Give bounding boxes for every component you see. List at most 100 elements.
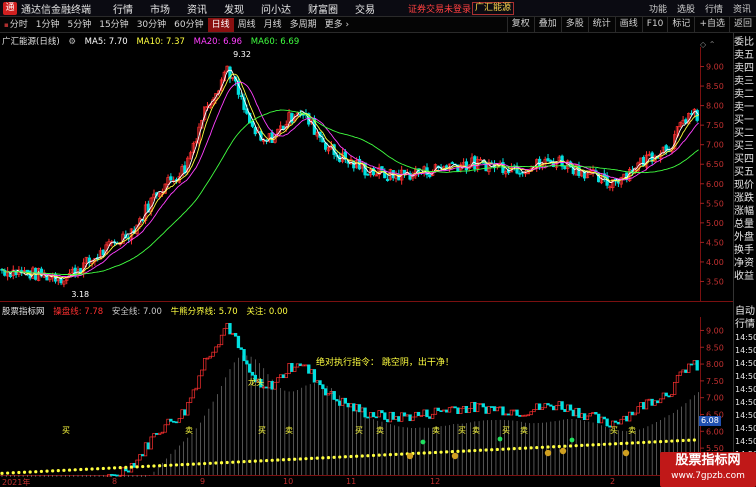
bull-bear-dot (445, 450, 449, 454)
order-book-label: 卖一 (734, 102, 754, 113)
sell-signal: 卖 (376, 426, 384, 435)
price-tick-label: 7.50 (706, 121, 724, 130)
menu-trade[interactable]: 交易 (355, 1, 375, 16)
indicator-chart[interactable]: 9.008.508.007.507.006.506.005.505.00绝对执行… (0, 303, 733, 477)
green-dot-icon (497, 436, 503, 442)
sell-signal: 卖 (185, 426, 193, 435)
command-text: 绝对执行指令： 跳空阴，出干净！ (316, 356, 454, 368)
mark-button[interactable]: 标记 (667, 17, 694, 33)
menu-discover[interactable]: 发现 (224, 1, 244, 16)
add-watchlist-button[interactable]: +自选 (694, 17, 729, 33)
buy-signal: 买 (258, 426, 266, 435)
indicator-candle (377, 410, 381, 418)
statistics-button[interactable]: 统计 (587, 17, 615, 33)
bull-bear-dot (371, 453, 376, 458)
indicator-candle (650, 398, 654, 406)
indicator-candle (481, 403, 485, 408)
bull-bear-dot (17, 470, 21, 475)
indicator-candle (594, 412, 598, 415)
indicator-candle (411, 416, 415, 422)
sell-signal: 卖 (432, 426, 440, 435)
indicator-candle (180, 409, 184, 419)
stock-picker-button[interactable]: 选股 (677, 2, 695, 15)
period-60min[interactable]: 60分钟 (170, 18, 207, 32)
indicator-candle (661, 392, 666, 400)
bull-bear-dot (112, 466, 117, 470)
indicator-candle (115, 474, 120, 477)
chart-area[interactable]: 广汇能源(日线) ⚙ MA5: 7.70 MA10: 7.37 MA20: 6.… (0, 33, 733, 487)
menu-news[interactable]: 资讯 (187, 1, 207, 16)
back-button[interactable]: 返回 (728, 17, 756, 33)
money-bag-icon (622, 449, 630, 457)
indicator-candle (397, 416, 401, 422)
period-1min[interactable]: 1分钟 (32, 18, 64, 32)
order-book-label: 涨幅 (734, 206, 754, 217)
low-price-label: 3.18 (71, 290, 89, 299)
title-right-buttons: 功能 选股 行情 资讯 (644, 0, 756, 17)
menu-quotes[interactable]: 行情 (113, 1, 133, 16)
bull-bear-dot (687, 438, 691, 442)
indicator-candle (478, 403, 483, 406)
tick-header-auto[interactable]: 自动 (735, 305, 756, 318)
indicator-candle (352, 403, 356, 412)
indicator-candle (675, 374, 680, 383)
indicator-candle (588, 413, 592, 417)
indicator-candle (380, 410, 384, 414)
period-5min[interactable]: 5分钟 (64, 18, 96, 32)
indicator-candle (366, 416, 370, 419)
tool-buttons: 复权 叠加 多股 统计 画线 F10 标记 +自选 返回 (506, 17, 756, 33)
candlestick-chart[interactable]: 9.00 8.50 8.00 7.50 7.00 6.50 6.00 5.50 5.00 4.50… (0, 33, 733, 303)
period-15min[interactable]: 15分钟 (95, 18, 132, 32)
indicator-candle (580, 413, 584, 418)
menu-wealth[interactable]: 财富圈 (308, 1, 338, 16)
current-stock-pill[interactable]: 广汇能源 (472, 2, 515, 15)
indicator-candle (653, 400, 657, 406)
indicator-candle (445, 409, 449, 413)
candle-body (464, 161, 469, 171)
diamond-icon[interactable]: ◇ (700, 40, 706, 49)
indicator-candle (689, 363, 694, 366)
indicator-candle (245, 360, 249, 365)
multi-stock-button[interactable]: 多股 (560, 17, 588, 33)
tick-time: 14:50 (735, 385, 756, 394)
order-book-labels: 委比 卖五 卖四 卖三 卖二 卖一 买一 买二 买三 买四 买五 现价 涨跌 涨幅 总量 外盘 换手 净资 收益 (734, 33, 756, 283)
bull-bear-dot (287, 457, 291, 462)
function-button[interactable]: 功能 (649, 2, 667, 15)
bull-bear-dot (315, 456, 319, 460)
green-dot-icon (420, 439, 426, 445)
indicator-candle (476, 403, 480, 413)
bull-bear-dot (523, 446, 528, 450)
candle-body (546, 158, 550, 162)
info-button[interactable]: 资讯 (733, 2, 751, 15)
period-daily[interactable]: 日线 (207, 17, 234, 32)
quote-button[interactable]: 行情 (705, 2, 723, 15)
expand-icon[interactable]: ⌃ (709, 40, 716, 49)
bull-bear-dot (394, 452, 398, 456)
bull-bear-dot (152, 464, 156, 468)
f10-button[interactable]: F10 (641, 17, 668, 33)
period-monthly[interactable]: 月线 (260, 18, 286, 32)
menu-market[interactable]: 市场 (150, 1, 170, 16)
bull-bear-dot (56, 469, 60, 473)
period-timeshare[interactable]: ▪分时 (0, 18, 32, 32)
draw-line-button[interactable]: 画线 (614, 17, 642, 33)
watermark-url: www.7gpzb.com (671, 471, 745, 481)
adjust-button[interactable]: 复权 (506, 17, 534, 33)
indicator-candle (684, 369, 688, 373)
bull-bear-dot (309, 456, 314, 461)
menu-ask[interactable]: 问小达 (261, 1, 291, 16)
bull-bear-dot (79, 467, 83, 472)
candle-body (250, 121, 255, 127)
overlay-button[interactable]: 叠加 (533, 17, 561, 33)
bull-bear-dot (591, 443, 595, 447)
period-multi[interactable]: 多周期 (286, 18, 321, 32)
period-more[interactable]: 更多 › (321, 18, 353, 32)
login-status[interactable]: 证券交易未登录 (408, 2, 471, 15)
indicator-candle (605, 418, 609, 427)
indicator-candle (490, 406, 494, 408)
period-30min[interactable]: 30分钟 (133, 18, 170, 32)
period-weekly[interactable]: 周线 (234, 18, 260, 32)
order-book-label: 买一 (734, 115, 754, 126)
price-tick-label: 5.50 (706, 199, 724, 208)
indicator-candle (642, 402, 646, 410)
